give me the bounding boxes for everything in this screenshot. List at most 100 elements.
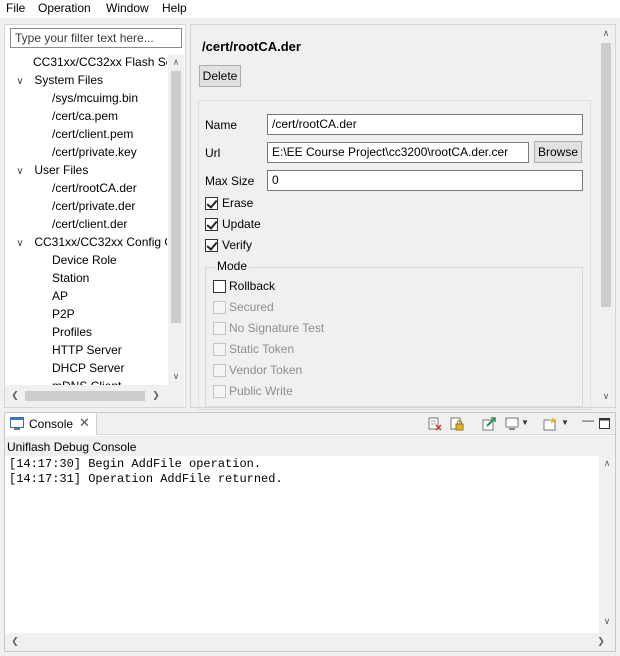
menu-window[interactable]: Window <box>106 1 149 15</box>
tree-item-label: CC31xx/CC32xx Config Group <box>34 235 167 249</box>
chevron-down-icon[interactable]: ∨ <box>15 235 25 253</box>
scroll-right-icon[interactable]: ❯ <box>150 390 162 401</box>
name-label: Name <box>205 118 238 132</box>
verify-checkbox[interactable] <box>205 239 218 252</box>
chevron-down-icon[interactable]: ∨ <box>15 73 25 91</box>
tree-item-label: System Files <box>34 73 104 87</box>
console-title-bar: Uniflash Debug Console <box>5 436 615 456</box>
chevron-down-icon[interactable]: ∨ <box>15 163 25 181</box>
menu-bar: File Operation Window Help <box>0 0 620 18</box>
tree-item-client-der[interactable]: /cert/client.der <box>52 215 127 233</box>
console-vertical-scrollbar[interactable]: ∧ ∨ <box>599 456 615 634</box>
console-line: [14:17:31] Operation AddFile returned. <box>9 472 283 486</box>
erase-label: Erase <box>222 196 254 210</box>
chevron-down-icon[interactable]: ▼ <box>521 418 529 427</box>
tree-item-dhcp-server[interactable]: DHCP Server <box>52 359 124 377</box>
console-icon <box>10 417 24 430</box>
console-header: Console ✕ ▼ ▼ — <box>5 413 615 435</box>
minimize-icon[interactable]: — <box>582 413 594 427</box>
file-tree-panel: CC31xx/CC32xx Flash Setup ∨ System Files… <box>4 24 186 408</box>
public-write-label: Public Write <box>229 384 293 398</box>
scrollbar-thumb[interactable] <box>601 43 611 307</box>
tree-item-http-server[interactable]: HTTP Server <box>52 341 122 359</box>
public-write-checkbox[interactable] <box>213 385 226 398</box>
tree-item-rootca-der[interactable]: /cert/rootCA.der <box>52 179 137 197</box>
tree-item-station[interactable]: Station <box>52 269 89 287</box>
console-panel: Console ✕ ▼ ▼ — Uniflash Debug Console [… <box>4 412 616 652</box>
tree-item-private-key[interactable]: /cert/private.key <box>52 143 137 161</box>
browse-button[interactable]: Browse <box>534 141 582 163</box>
verify-label: Verify <box>222 238 253 252</box>
console-tab-label: Console <box>29 417 74 431</box>
no-signature-test-checkbox[interactable] <box>213 322 226 335</box>
tab-console[interactable]: Console ✕ <box>5 413 97 435</box>
tree-item-label: User Files <box>34 163 89 177</box>
tree-item-p2p[interactable]: P2P <box>52 305 75 323</box>
max-size-field[interactable]: 0 <box>267 170 583 191</box>
erase-checkbox[interactable] <box>205 197 218 210</box>
update-checkbox[interactable] <box>205 218 218 231</box>
menu-operation[interactable]: Operation <box>38 1 91 15</box>
clear-console-icon[interactable] <box>427 416 443 432</box>
scroll-down-icon[interactable]: ∨ <box>600 391 612 402</box>
page-title: /cert/rootCA.der <box>202 39 301 54</box>
tree-item-ap[interactable]: AP <box>52 287 68 305</box>
scroll-up-icon[interactable]: ∧ <box>601 458 613 469</box>
pin-console-icon[interactable] <box>481 416 497 432</box>
console-title: Uniflash Debug Console <box>7 440 137 454</box>
maximize-icon[interactable] <box>599 418 610 429</box>
menu-file[interactable]: File <box>6 1 25 15</box>
tree-item-client-pem[interactable]: /cert/client.pem <box>52 125 133 143</box>
update-label: Update <box>222 217 261 231</box>
mode-label: Mode <box>215 259 250 273</box>
scroll-down-icon[interactable]: ∨ <box>170 371 182 382</box>
chevron-down-icon[interactable]: ▼ <box>561 418 569 427</box>
url-label: Url <box>205 146 221 160</box>
console-horizontal-scrollbar[interactable]: ❮ ❯ <box>5 633 615 651</box>
rollback-checkbox[interactable] <box>213 280 226 293</box>
scroll-left-icon[interactable]: ❮ <box>9 390 21 401</box>
scroll-lock-icon[interactable] <box>449 416 465 432</box>
tree-vertical-scrollbar[interactable]: ∧ ∨ <box>168 55 184 385</box>
tree-item-mcuimg[interactable]: /sys/mcuimg.bin <box>52 89 138 107</box>
scroll-right-icon[interactable]: ❯ <box>595 636 607 647</box>
secured-label: Secured <box>229 300 274 314</box>
console-output[interactable]: [14:17:30] Begin AddFile operation. [14:1… <box>5 456 601 632</box>
tree-item-profiles[interactable]: Profiles <box>52 323 92 341</box>
secured-checkbox[interactable] <box>213 301 226 314</box>
close-icon[interactable]: ✕ <box>79 415 90 431</box>
open-console-icon[interactable] <box>543 416 559 432</box>
scrollbar-thumb[interactable] <box>25 391 145 401</box>
scroll-down-icon[interactable]: ∨ <box>601 616 613 627</box>
url-field[interactable]: E:\EE Course Project\cc3200\rootCA.der.c… <box>267 142 529 163</box>
static-token-label: Static Token <box>229 342 295 356</box>
scrollbar-thumb[interactable] <box>171 71 181 323</box>
tree-item-system-files[interactable]: ∨ System Files <box>15 71 103 89</box>
tree-item-mdns-client[interactable]: mDNS Client <box>52 377 121 385</box>
vendor-token-label: Vendor Token <box>229 363 303 377</box>
file-details-panel: /cert/rootCA.der Delete Name /cert/rootC… <box>190 24 616 410</box>
tree-horizontal-scrollbar[interactable]: ❮ ❯ <box>5 385 184 407</box>
details-vertical-scrollbar[interactable]: ∧ ∨ <box>597 25 615 407</box>
tree-item-user-files[interactable]: ∨ User Files <box>15 161 88 179</box>
scroll-left-icon[interactable]: ❮ <box>9 636 21 647</box>
vendor-token-checkbox[interactable] <box>213 364 226 377</box>
menu-help[interactable]: Help <box>162 1 187 15</box>
tree-item-flash-setup[interactable]: CC31xx/CC32xx Flash Setup <box>33 53 167 71</box>
rollback-label: Rollback <box>229 279 276 293</box>
display-console-icon[interactable] <box>505 416 521 432</box>
tree-item-ca-pem[interactable]: /cert/ca.pem <box>52 107 118 125</box>
scroll-up-icon[interactable]: ∧ <box>600 28 612 39</box>
filter-input[interactable] <box>10 28 182 48</box>
max-size-label: Max Size <box>205 174 255 188</box>
static-token-checkbox[interactable] <box>213 343 226 356</box>
name-field[interactable]: /cert/rootCA.der <box>267 114 583 135</box>
console-line: [14:17:30] Begin AddFile operation. <box>9 457 262 471</box>
tree-item-config-group[interactable]: ∨ CC31xx/CC32xx Config Group <box>15 233 167 251</box>
file-tree: CC31xx/CC32xx Flash Setup ∨ System Files… <box>5 53 167 385</box>
scroll-up-icon[interactable]: ∧ <box>170 57 182 68</box>
no-signature-test-label: No Signature Test <box>229 321 325 335</box>
delete-button[interactable]: Delete <box>199 65 241 87</box>
tree-item-device-role[interactable]: Device Role <box>52 251 117 269</box>
tree-item-private-der[interactable]: /cert/private.der <box>52 197 135 215</box>
